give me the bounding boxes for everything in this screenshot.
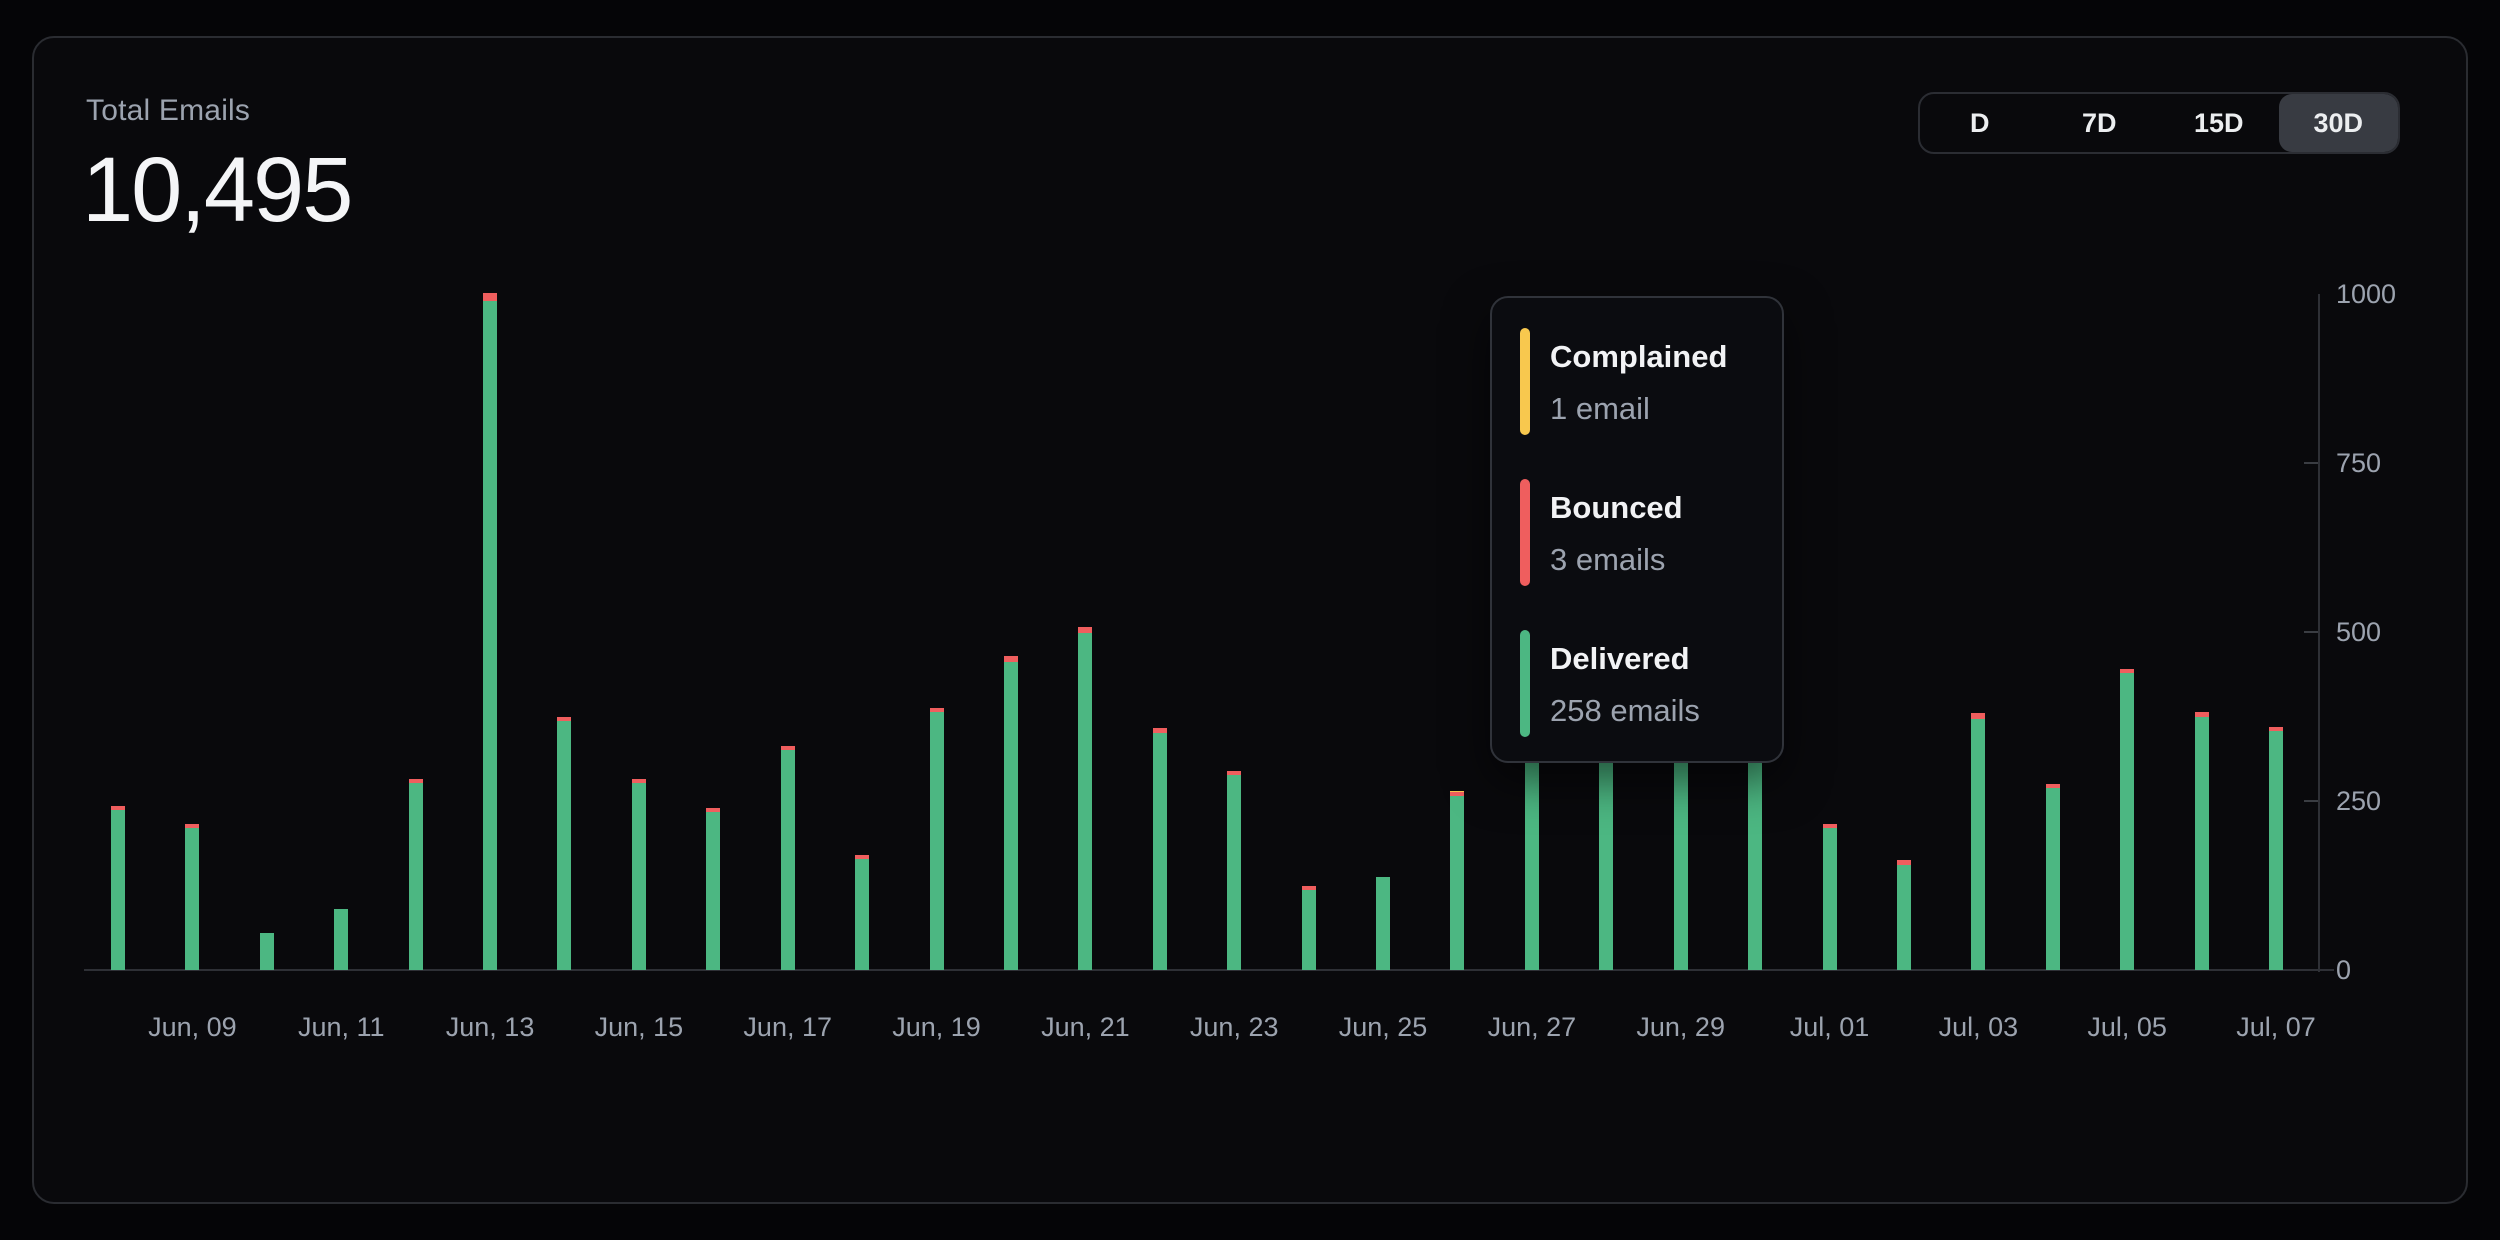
x-tick-jul-07: Jul, 07 — [2236, 1012, 2316, 1043]
bar-jun-19[interactable] — [930, 708, 944, 970]
range-option-d[interactable]: D — [1920, 94, 2040, 152]
y-axis-line — [2318, 294, 2320, 972]
x-tick-jun-09: Jun, 09 — [148, 1012, 237, 1043]
bar-segment-bounced — [483, 293, 497, 301]
bar-segment-delivered — [1376, 877, 1390, 970]
bar-segment-delivered — [1302, 890, 1316, 970]
x-tick-jul-03: Jul, 03 — [1939, 1012, 2019, 1043]
tooltip-row-bounced: Bounced3 emails — [1520, 479, 1756, 586]
bar-jun-11[interactable] — [334, 909, 348, 970]
bar-jun-24[interactable] — [1302, 886, 1316, 970]
y-tick-0: 0 — [2336, 955, 2426, 985]
tooltip-value-bounced: 3 emails — [1550, 535, 1683, 585]
dashboard-page: Total Emails 10,495 D7D15D30D 0 250 500 750… — [0, 0, 2500, 1240]
bar-segment-delivered — [781, 750, 795, 970]
tooltip-label-delivered: Delivered — [1550, 632, 1700, 686]
chart-tooltip: Complained1 email Bounced3 emails Delivere… — [1490, 296, 1784, 763]
y-tick-500: 500 — [2336, 617, 2426, 647]
range-selector: D7D15D30D — [1918, 92, 2400, 154]
bar-jun-23[interactable] — [1227, 771, 1241, 970]
tooltip-row-delivered: Delivered258 emails — [1520, 630, 1756, 737]
bar-jul-04[interactable] — [2046, 784, 2060, 970]
tooltip-value-complained: 1 email — [1550, 384, 1727, 434]
bar-jun-17[interactable] — [781, 746, 795, 970]
metric-label: Total Emails — [86, 94, 250, 128]
bar-jun-15[interactable] — [632, 779, 646, 970]
x-tick-jun-29: Jun, 29 — [1636, 1012, 1725, 1043]
bar-segment-delivered — [2195, 717, 2209, 970]
tooltip-label-complained: Complained — [1550, 330, 1727, 384]
bar-jun-16[interactable] — [706, 808, 720, 970]
bar-segment-delivered — [111, 810, 125, 970]
bar-jul-06[interactable] — [2195, 712, 2209, 970]
bar-segment-delivered — [334, 909, 348, 970]
bar-segment-delivered — [1450, 796, 1464, 970]
y-tick-1000: 1000 — [2336, 279, 2426, 309]
bar-segment-delivered — [1004, 662, 1018, 970]
y-tick-750: 750 — [2336, 448, 2426, 478]
range-option-15d[interactable]: 15D — [2159, 94, 2279, 152]
bar-segment-delivered — [2046, 788, 2060, 970]
bar-segment-delivered — [557, 721, 571, 970]
bar-jul-01[interactable] — [1823, 824, 1837, 970]
x-tick-jun-17: Jun, 17 — [743, 1012, 832, 1043]
bar-jun-13[interactable] — [483, 293, 497, 970]
x-tick-jun-15: Jun, 15 — [595, 1012, 684, 1043]
bar-jun-12[interactable] — [409, 779, 423, 970]
bar-jun-20[interactable] — [1004, 656, 1018, 970]
bar-segment-delivered — [1153, 733, 1167, 970]
bar-jun-09[interactable] — [185, 824, 199, 970]
bar-segment-delivered — [2120, 673, 2134, 970]
x-tick-jun-11: Jun, 11 — [298, 1012, 385, 1043]
bar-segment-delivered — [409, 783, 423, 970]
x-tick-jun-23: Jun, 23 — [1190, 1012, 1279, 1043]
bar-segment-delivered — [706, 812, 720, 970]
bar-segment-delivered — [1971, 719, 1985, 970]
x-tick-jun-21: Jun, 21 — [1041, 1012, 1130, 1043]
y-tick-mark-250 — [2304, 800, 2318, 802]
bar-jun-22[interactable] — [1153, 728, 1167, 970]
bar-segment-delivered — [1078, 633, 1092, 970]
tooltip-row-complained: Complained1 email — [1520, 328, 1756, 435]
bar-segment-delivered — [1227, 775, 1241, 970]
tooltip-indicator-delivered — [1520, 630, 1530, 737]
bar-jun-21[interactable] — [1078, 627, 1092, 970]
bar-segment-delivered — [855, 859, 869, 970]
y-tick-250: 250 — [2336, 786, 2426, 816]
bar-segment-delivered — [1897, 865, 1911, 970]
bar-jul-07[interactable] — [2269, 727, 2283, 970]
x-tick-jun-13: Jun, 13 — [446, 1012, 535, 1043]
bar-segment-delivered — [632, 783, 646, 970]
bar-segment-delivered — [483, 301, 497, 970]
bar-jun-10[interactable] — [260, 933, 274, 970]
bar-jul-02[interactable] — [1897, 860, 1911, 970]
y-tick-mark-750 — [2304, 462, 2318, 464]
bar-segment-delivered — [2269, 731, 2283, 970]
x-tick-jul-01: Jul, 01 — [1790, 1012, 1870, 1043]
x-tick-jul-05: Jul, 05 — [2087, 1012, 2167, 1043]
tooltip-indicator-bounced — [1520, 479, 1530, 586]
bar-jun-18[interactable] — [855, 855, 869, 970]
x-tick-jun-19: Jun, 19 — [892, 1012, 981, 1043]
range-option-7d[interactable]: 7D — [2040, 94, 2160, 152]
tooltip-indicator-complained — [1520, 328, 1530, 435]
bar-segment-delivered — [1823, 828, 1837, 970]
bar-segment-delivered — [930, 712, 944, 970]
tooltip-value-delivered: 258 emails — [1550, 686, 1700, 736]
range-option-30d[interactable]: 30D — [2279, 94, 2399, 152]
bar-jun-14[interactable] — [557, 717, 571, 971]
bar-segment-delivered — [260, 933, 274, 970]
bar-jul-03[interactable] — [1971, 713, 1985, 970]
x-tick-jun-25: Jun, 25 — [1339, 1012, 1428, 1043]
bar-jul-05[interactable] — [2120, 669, 2134, 970]
x-tick-jun-27: Jun, 27 — [1488, 1012, 1577, 1043]
bar-jun-25[interactable] — [1376, 877, 1390, 970]
bar-segment-delivered — [185, 828, 199, 970]
bar-jun-08[interactable] — [111, 806, 125, 970]
bar-segment-bounced — [1078, 627, 1092, 634]
metric-value: 10,495 — [82, 138, 351, 243]
bar-jun-26[interactable] — [1450, 791, 1464, 970]
y-tick-mark-500 — [2304, 631, 2318, 633]
tooltip-label-bounced: Bounced — [1550, 481, 1683, 535]
